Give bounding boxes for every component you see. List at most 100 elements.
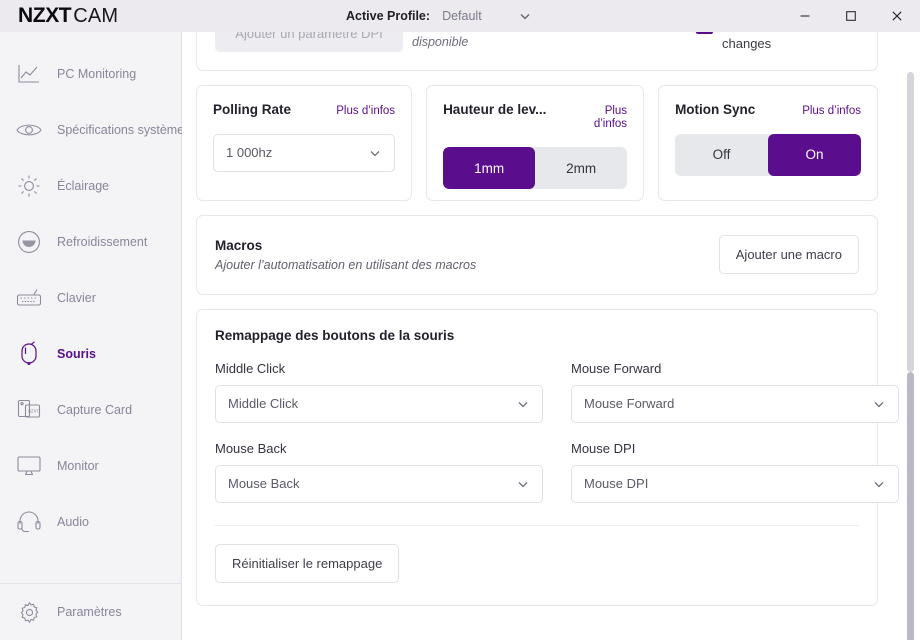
button-remapping-card: Remappage des boutons de la souris Middl… [196,308,899,606]
lift-height-header: Hauteur de lev... Plus d’infos [443,102,627,131]
maximize-button[interactable] [828,0,874,32]
sidebar-item-lighting[interactable]: Éclairage [0,158,181,214]
keyboard-icon [16,285,42,311]
remap-select-value: Mouse DPI [584,476,649,492]
chevron-down-icon [516,477,530,491]
lift-height-toggle-group: 1mm 2mm [443,147,628,190]
sidebar-item-label: Souris [57,347,96,361]
active-profile-selector[interactable]: Active Profile: Default [346,0,532,32]
sidebar-item-label: Spécifications système [57,123,185,137]
polling-rate-more-info-link[interactable]: Plus d’infos [336,105,395,118]
motion-sync-title: Motion Sync [675,101,756,117]
motion-sync-option-on[interactable]: On [768,133,861,176]
remap-label: Mouse Forward [571,360,662,376]
sidebar-item-label: Capture Card [57,403,133,417]
remap-select-value: Mouse Forward [584,396,675,412]
brand-cam-text: CAM [73,5,119,27]
sidebar-item-settings[interactable]: Paramètres [0,584,182,640]
content-scrollbar[interactable] [907,72,914,640]
motion-sync-option-off[interactable]: Off [675,134,768,176]
sun-icon [16,173,42,199]
lift-height-card: Hauteur de lev... Plus d’infos 1mm 2mm [426,84,645,201]
remap-label: Mouse Back [215,440,287,456]
sidebar: PC Monitoring Spécifications système Écl… [0,32,185,640]
macros-text-block: Macros Ajouter l’automatisation en utili… [215,238,476,272]
chevron-down-icon [872,477,886,491]
sidebar-item-label: Monitor [57,459,99,473]
notify-dpi-changes-checkbox[interactable] [696,32,713,34]
sidebar-nav: PC Monitoring Spécifications système Écl… [0,32,185,550]
motion-sync-more-info-link[interactable]: Plus d’infos [802,105,861,118]
remap-field-mouse-dpi: Mouse DPI Mouse DPI [571,441,899,503]
title-bar: NZXT CAM Active Profile: Default [0,0,920,32]
svg-text:NZXT: NZXT [28,408,39,413]
remap-select-mouse-dpi[interactable]: Mouse DPI [571,464,899,503]
capture-card-icon: NZXT [16,397,42,423]
dpi-settings-card: Ajouter un paramètre DPI Plus aucun crén… [196,32,878,71]
eye-icon [16,117,42,143]
remap-select-mouse-forward[interactable]: Mouse Forward [571,384,899,423]
active-profile-value: Default [442,9,482,23]
gear-icon [16,599,42,625]
sidebar-item-label: Éclairage [57,179,110,193]
sidebar-item-label: PC Monitoring [57,67,137,81]
chart-line-icon [16,61,42,87]
remap-field-middle-click: Middle Click Middle Click [215,361,543,423]
remap-label: Mouse DPI [571,440,636,456]
app-logo: NZXT CAM [18,4,118,28]
add-macro-button[interactable]: Ajouter une macro [718,235,859,275]
sidebar-item-label: Clavier [57,291,96,305]
dpi-availability-note: Plus aucun créneau de réglage DPI dispon… [412,34,469,49]
motion-sync-toggle-group: Off On [675,133,861,176]
notify-dpi-changes-label: Notify when DPI changes [722,35,772,51]
chevron-down-icon [516,397,530,411]
remap-select-middle-click[interactable]: Middle Click [215,384,543,423]
remap-field-mouse-forward: Mouse Forward Mouse Forward [571,361,899,423]
macros-title: Macros [215,237,263,253]
lift-height-more-info-link[interactable]: Plus d’infos [569,105,627,131]
button-remapping-grid: Middle Click Middle Click Mouse Forward … [215,361,899,503]
reset-remapping-button[interactable]: Réinitialiser le remappage [215,543,400,583]
sidebar-item-mouse[interactable]: Souris [0,326,181,382]
active-profile-label: Active Profile: [346,9,431,23]
lift-height-title: Hauteur de lev... [443,101,547,117]
sidebar-item-keyboard[interactable]: Clavier [0,270,181,326]
button-remapping-title: Remappage des boutons de la souris [215,327,455,343]
sidebar-item-pc-monitoring[interactable]: PC Monitoring [0,46,181,102]
headset-icon [16,509,42,535]
scrollbar-thumb-upper[interactable] [907,72,914,372]
window-controls [782,0,920,32]
lift-height-option-1mm[interactable]: 1mm [443,147,536,190]
scrollbar-thumb[interactable] [907,372,914,640]
sidebar-item-cooling[interactable]: Refroidissement [0,214,181,270]
remap-divider [215,524,859,526]
brand-nzxt-text: NZXT [18,4,72,27]
sidebar-item-specifications[interactable]: Spécifications système [0,102,185,158]
notify-dpi-changes-row: Notify when DPI changes [696,32,842,54]
scroll-content: Ajouter un paramètre DPI Plus aucun crén… [182,32,899,620]
polling-rate-title: Polling Rate [213,101,292,117]
main-content: Ajouter un paramètre DPI Plus aucun crén… [182,32,920,640]
minimize-button[interactable] [782,0,828,32]
sidebar-item-label: Audio [57,515,89,529]
sidebar-item-audio[interactable]: Audio [0,494,181,550]
mouse-icon [16,341,42,367]
sidebar-item-capture-card[interactable]: NZXT Capture Card [0,382,181,438]
remap-select-mouse-back[interactable]: Mouse Back [215,464,543,503]
chevron-down-icon[interactable] [518,9,532,23]
add-dpi-setting-button[interactable]: Ajouter un paramètre DPI [215,32,403,52]
lift-height-option-2mm[interactable]: 2mm [535,147,627,189]
monitor-icon [16,453,42,479]
macros-subtitle: Ajouter l’automatisation en utilisant de… [215,257,477,272]
sidebar-item-label: Paramètres [57,605,122,619]
dpi-settings-row: Ajouter un paramètre DPI Plus aucun crén… [215,32,859,54]
remap-select-value: Middle Click [228,396,299,412]
sidebar-item-monitor[interactable]: Monitor [0,438,181,494]
close-button[interactable] [874,0,920,32]
macros-card: Macros Ajouter l’automatisation en utili… [196,214,878,295]
nzxt-cam-window: NZXT CAM Active Profile: Default PC Moni… [0,0,920,640]
remap-label: Middle Click [215,360,286,376]
settings-cards-row: Polling Rate Plus d’infos 1 000hz Hauteu… [196,84,878,201]
motion-sync-card: Motion Sync Plus d’infos Off On [658,84,878,201]
polling-rate-select[interactable]: 1 000hz [213,133,396,172]
